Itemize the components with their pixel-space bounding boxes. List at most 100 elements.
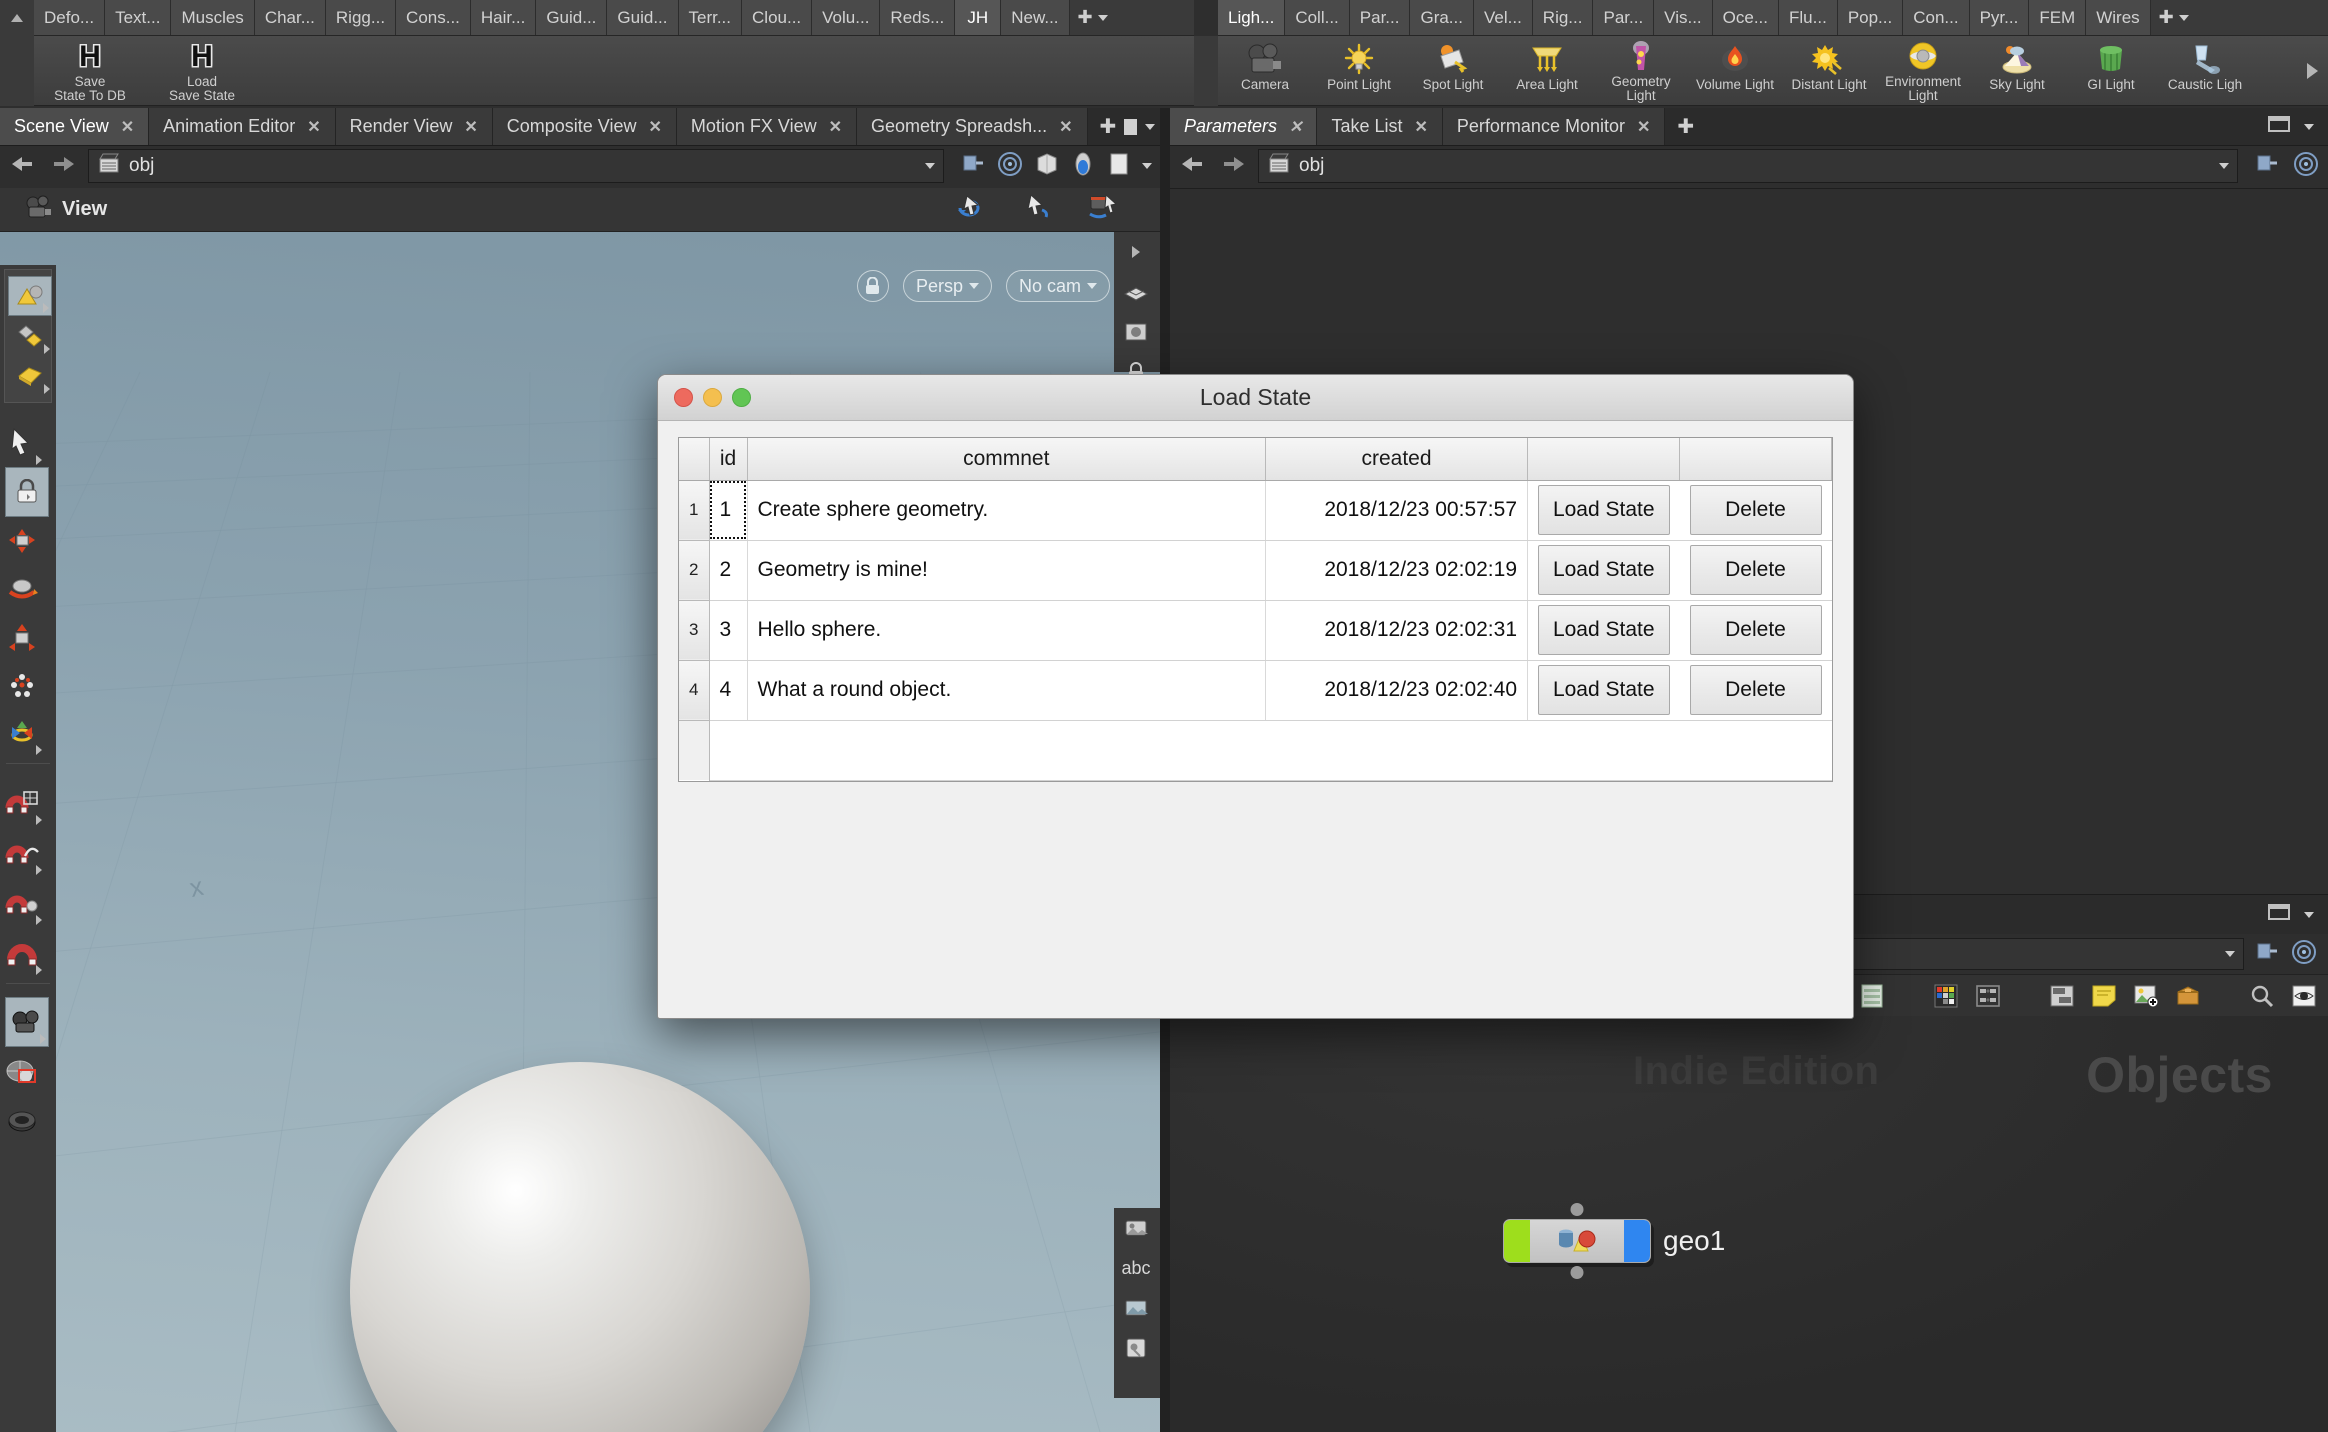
cell-comment[interactable]: What a round object. bbox=[747, 660, 1266, 721]
tool-distant-light[interactable]: Distant Light bbox=[1782, 38, 1876, 104]
close-icon[interactable]: ✕ bbox=[1637, 117, 1650, 137]
tool-caustic-light[interactable]: Caustic Ligh bbox=[2158, 38, 2252, 104]
node-input-connector[interactable] bbox=[1570, 1203, 1584, 1216]
node-body[interactable] bbox=[1503, 1219, 1651, 1263]
tool-select-geometry[interactable] bbox=[8, 316, 52, 356]
tool-environment-light[interactable]: Environment Light bbox=[1876, 38, 1970, 104]
add-image-icon[interactable] bbox=[2132, 983, 2160, 1009]
shelf-tab[interactable]: FEM bbox=[2029, 0, 2087, 35]
table-row[interactable]: 3 3 Hello sphere. 2018/12/23 02:02:31 Lo… bbox=[679, 600, 1832, 661]
shelf-scroll-right-icon[interactable] bbox=[2307, 62, 2328, 79]
shelf-tab[interactable]: Rig... bbox=[1532, 0, 1594, 35]
shelf-tab[interactable]: Rigg... bbox=[325, 0, 397, 35]
shelf-tab[interactable]: Flu... bbox=[1779, 0, 1838, 35]
shelf-tab[interactable]: Guid... bbox=[536, 0, 608, 35]
row-header[interactable]: 1 bbox=[679, 480, 710, 541]
chevron-right-icon[interactable] bbox=[44, 384, 50, 394]
network-editor-canvas[interactable]: Indie Edition Objects geo1 bbox=[1170, 1016, 2328, 1432]
plus-icon[interactable]: ✚ bbox=[1677, 114, 1694, 139]
split-pane-icon[interactable] bbox=[1124, 118, 1138, 135]
column-header-delete[interactable] bbox=[1679, 438, 1832, 481]
chevron-down-icon[interactable] bbox=[2178, 14, 2189, 21]
package-icon[interactable] bbox=[2174, 983, 2202, 1009]
network-box-icon[interactable] bbox=[2048, 983, 2076, 1009]
tool-lens-options[interactable] bbox=[0, 1097, 44, 1147]
node-output-connector[interactable] bbox=[1570, 1266, 1584, 1279]
shelf-tab[interactable]: Par... bbox=[1349, 0, 1411, 35]
shelf-tab[interactable]: Oce... bbox=[1712, 0, 1780, 35]
shelf-tab[interactable]: Char... bbox=[254, 0, 326, 35]
cell-comment[interactable]: Create sphere geometry. bbox=[747, 480, 1266, 541]
chevron-down-icon[interactable] bbox=[925, 163, 935, 169]
add-tab-group[interactable]: ✚ bbox=[1088, 108, 1168, 145]
target-icon[interactable] bbox=[996, 151, 1024, 182]
background-image-icon[interactable] bbox=[1114, 1288, 1158, 1328]
chevron-right-icon[interactable] bbox=[40, 1034, 46, 1044]
close-window-button[interactable] bbox=[674, 388, 693, 407]
tab-performance-monitor[interactable]: Performance Monitor ✕ bbox=[1442, 108, 1666, 145]
search-icon[interactable] bbox=[2248, 983, 2276, 1009]
tool-points[interactable] bbox=[0, 661, 44, 709]
tool-snap-curve[interactable] bbox=[0, 827, 44, 877]
close-icon[interactable]: ✕ bbox=[829, 117, 842, 137]
shelf-tab-lights[interactable]: Ligh... bbox=[1218, 0, 1286, 35]
material-display-icon[interactable] bbox=[1070, 151, 1096, 182]
cell-created[interactable]: 2018/12/23 02:02:40 bbox=[1265, 660, 1528, 721]
tool-rotate[interactable] bbox=[0, 565, 44, 613]
cell-id[interactable]: 1 bbox=[709, 480, 748, 541]
tool-snap-magnet[interactable] bbox=[0, 927, 44, 977]
shelf-tab[interactable]: Volu... bbox=[812, 0, 881, 35]
shelf-tab[interactable]: Pop... bbox=[1837, 0, 1904, 35]
row-header[interactable]: 3 bbox=[679, 600, 710, 661]
chevron-right-icon[interactable] bbox=[36, 915, 42, 925]
shelf-tab[interactable]: Clou... bbox=[742, 0, 813, 35]
column-header-created[interactable]: created bbox=[1265, 438, 1528, 481]
chevron-down-icon[interactable] bbox=[1142, 163, 1152, 169]
delete-button[interactable]: Delete bbox=[1689, 605, 1822, 655]
target-icon[interactable] bbox=[2292, 151, 2320, 182]
viewport-camera-dropdown[interactable]: No cam bbox=[1005, 270, 1110, 302]
shelf-tab[interactable]: Con... bbox=[1903, 0, 1970, 35]
tool-move[interactable] bbox=[0, 517, 44, 565]
column-header-id[interactable]: id bbox=[709, 438, 748, 481]
text-overlay-icon[interactable]: abc bbox=[1114, 1248, 1158, 1288]
close-icon[interactable]: ✕ bbox=[649, 117, 662, 137]
chevron-right-icon[interactable] bbox=[44, 344, 50, 354]
tool-select-primitive[interactable] bbox=[8, 356, 52, 396]
chevron-down-icon[interactable] bbox=[1087, 283, 1097, 289]
tool-render-region[interactable] bbox=[0, 1047, 44, 1097]
node-display-flag[interactable] bbox=[1624, 1220, 1650, 1262]
cell-created[interactable]: 2018/12/23 00:57:57 bbox=[1265, 480, 1528, 541]
display-flag-icon[interactable] bbox=[1106, 151, 1132, 182]
shelf-tab[interactable]: Vel... bbox=[1473, 0, 1533, 35]
tool-snap-point[interactable] bbox=[0, 877, 44, 927]
tool-handle-lock[interactable] bbox=[5, 467, 49, 517]
tool-load-save-state[interactable]: H Load Save State bbox=[146, 38, 258, 104]
close-icon[interactable]: ✕ bbox=[307, 117, 320, 137]
chevron-right-icon[interactable] bbox=[36, 965, 42, 975]
shelf-tab[interactable]: Coll... bbox=[1285, 0, 1350, 35]
tab-render-view[interactable]: Render View ✕ bbox=[335, 108, 493, 145]
cell-id[interactable]: 4 bbox=[709, 660, 748, 721]
shelf-tab[interactable]: Guid... bbox=[607, 0, 679, 35]
tab-animation-editor[interactable]: Animation Editor ✕ bbox=[149, 108, 336, 145]
row-header[interactable]: 4 bbox=[679, 660, 710, 721]
snapshot-icon[interactable] bbox=[1114, 312, 1158, 352]
shelf-tab[interactable]: Par... bbox=[1593, 0, 1655, 35]
close-icon[interactable]: ✕ bbox=[1059, 117, 1072, 137]
shelf-tab[interactable]: New... bbox=[1001, 0, 1070, 35]
tool-arrow-select[interactable] bbox=[0, 417, 44, 467]
shelf-tab[interactable]: Hair... bbox=[470, 0, 537, 35]
cell-comment[interactable]: Hello sphere. bbox=[747, 600, 1266, 661]
tool-sky-light[interactable]: Sky Light bbox=[1970, 38, 2064, 104]
tab-composite-view[interactable]: Composite View ✕ bbox=[492, 108, 677, 145]
pin-icon[interactable] bbox=[2254, 152, 2280, 181]
rotate-tool-icon[interactable] bbox=[954, 192, 990, 227]
maximize-pane-icon[interactable] bbox=[2268, 116, 2290, 137]
shelf-tab[interactable]: Terr... bbox=[678, 0, 743, 35]
tab-scene-view[interactable]: Scene View ✕ bbox=[0, 108, 150, 145]
nav-back-button[interactable] bbox=[8, 152, 38, 180]
shelf-tab[interactable]: Defo... bbox=[34, 0, 106, 35]
delete-button[interactable]: Delete bbox=[1689, 545, 1822, 595]
chevron-right-icon[interactable] bbox=[43, 303, 49, 313]
